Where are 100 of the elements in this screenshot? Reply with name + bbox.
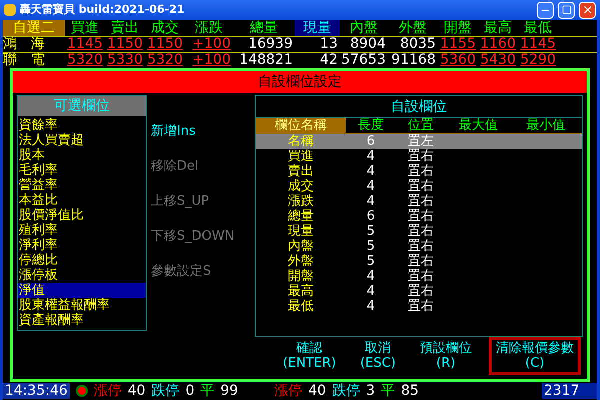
field-position: 置右 <box>407 194 435 209</box>
field-list-item[interactable]: 股本 <box>18 148 146 163</box>
field-length: 4 <box>366 269 376 284</box>
field-list-item[interactable]: 資產報酬率 <box>18 313 146 328</box>
status-item: 平 <box>200 383 215 399</box>
maximize-button[interactable] <box>558 2 575 18</box>
field-position: 置右 <box>407 149 435 164</box>
table-cell-text: 42 <box>319 53 339 68</box>
field-list-item[interactable]: 漲停板 <box>18 268 146 283</box>
status-item: 3 <box>366 383 376 399</box>
status-item: 平 <box>381 383 396 399</box>
panel-header: 可選欄位 <box>18 96 146 116</box>
column-header[interactable]: 最高 <box>478 20 518 36</box>
table-cell-text: 13 <box>319 37 339 52</box>
table-cell-text: 1150 <box>146 37 184 52</box>
field-row[interactable]: 開盤 4 置右 <box>256 269 582 284</box>
field-row[interactable]: 最高 4 置右 <box>256 284 582 299</box>
field-length: 4 <box>366 299 376 314</box>
field-list-item[interactable]: 股東權益報酬率 <box>18 298 146 313</box>
column-header[interactable]: 最大值 <box>446 118 511 133</box>
shortcut-key: (C) <box>525 356 545 371</box>
field-position: 置右 <box>407 269 435 284</box>
field-length: 4 <box>366 149 376 164</box>
dialog-button[interactable]: 確認 (ENTER) <box>276 337 344 375</box>
field-name: 漲跌 <box>287 194 315 209</box>
field-list-item[interactable]: 停總比 <box>18 253 146 268</box>
field-length: 4 <box>366 179 376 194</box>
table-cell-text: 5290 <box>519 53 557 68</box>
column-header[interactable]: 現量 <box>295 20 340 36</box>
table-cell-text: 鴻 海 <box>3 37 46 52</box>
field-list-item[interactable]: 殖利率 <box>18 223 146 238</box>
field-row[interactable]: 賣出 4 置右 <box>256 164 582 179</box>
field-position: 置右 <box>407 284 435 299</box>
field-length: 4 <box>366 284 376 299</box>
column-header[interactable]: 買進 <box>65 20 105 36</box>
column-header[interactable]: 最低 <box>518 20 558 36</box>
field-length: 6 <box>366 134 376 149</box>
close-button[interactable] <box>579 2 596 18</box>
column-header[interactable]: 長度 <box>346 118 396 133</box>
field-row[interactable]: 成交 4 置右 <box>256 179 582 194</box>
field-position: 置右 <box>407 299 435 314</box>
dialog-button[interactable]: 清除報價參數 (C) <box>489 337 581 375</box>
field-position: 置右 <box>407 179 435 194</box>
field-row[interactable]: 總量 6 置右 <box>256 209 582 224</box>
column-header[interactable]: 欄位名稱 <box>256 118 346 133</box>
field-row[interactable]: 現量 5 置右 <box>256 224 582 239</box>
field-list-item[interactable]: 營益率 <box>18 178 146 193</box>
field-list-item[interactable]: 法人買賣超 <box>18 133 146 148</box>
dialog-button[interactable]: 取消 (ESC) <box>353 337 403 375</box>
table-cell-text: +100 <box>192 53 232 68</box>
field-row[interactable]: 最低 4 置右 <box>256 299 582 314</box>
column-header[interactable]: 內盤 <box>340 20 388 36</box>
table-cell-text: 5320 <box>146 53 184 68</box>
status-item: 40 <box>308 383 326 399</box>
status-item: 跌停 <box>332 383 360 399</box>
field-row[interactable]: 買進 4 置右 <box>256 149 582 164</box>
button-label: 取消 <box>365 341 392 356</box>
shortcut-key: (ESC) <box>360 356 396 371</box>
field-position: 置右 <box>407 164 435 179</box>
field-row[interactable]: 外盤 5 置右 <box>256 254 582 269</box>
table-cell-text: 8035 <box>399 37 437 52</box>
column-header[interactable]: 外盤 <box>388 20 438 36</box>
field-name: 賣出 <box>287 164 315 179</box>
field-name: 總量 <box>287 209 315 224</box>
field-list-item[interactable]: 本益比 <box>18 193 146 208</box>
field-row[interactable]: 內盤 5 置右 <box>256 239 582 254</box>
column-header[interactable]: 位置 <box>396 118 446 133</box>
field-name: 最高 <box>287 284 315 299</box>
action-button[interactable]: 新增Ins <box>151 123 251 141</box>
column-header[interactable]: 開盤 <box>438 20 478 36</box>
field-length: 5 <box>366 254 376 269</box>
status-item: 漲停 <box>274 383 302 399</box>
status-item: 漲停 <box>94 383 122 399</box>
field-list-item[interactable]: 毛利率 <box>18 163 146 178</box>
field-position: 置右 <box>407 254 435 269</box>
field-length: 5 <box>366 239 376 254</box>
table-cell-text: +100 <box>192 37 232 52</box>
field-name: 名稱 <box>287 134 315 149</box>
column-header[interactable]: 成交 <box>145 20 185 36</box>
status-item: 99 <box>220 383 238 399</box>
column-header[interactable]: 最小值 <box>511 118 581 133</box>
minimize-button[interactable] <box>537 2 554 18</box>
column-header[interactable]: 漲跌 <box>185 20 233 36</box>
field-row[interactable]: 漲跌 4 置右 <box>256 194 582 209</box>
dialog-button[interactable]: 預設欄位 (R) <box>413 337 479 375</box>
field-length: 4 <box>366 164 376 179</box>
field-list-item[interactable]: 淨值 <box>18 283 146 298</box>
field-row[interactable]: 名稱 6 置左 <box>256 134 582 149</box>
column-header[interactable]: 賣出 <box>105 20 145 36</box>
window-title: 轟天雷寶貝 build:2021-06-21 <box>20 2 186 18</box>
field-length: 5 <box>366 224 376 239</box>
field-list-item[interactable]: 股價淨值比 <box>18 208 146 223</box>
field-list-item[interactable]: 淨利率 <box>18 238 146 253</box>
status-item: 40 <box>128 383 146 399</box>
index-value: 2317 <box>542 383 597 399</box>
column-header[interactable]: 自選二 <box>3 20 65 36</box>
button-label: 清除報價參數 <box>496 341 574 356</box>
field-list-item[interactable]: 資餘率 <box>18 118 146 133</box>
table-cell-text: 5360 <box>439 53 477 68</box>
column-header[interactable]: 總量 <box>233 20 295 36</box>
